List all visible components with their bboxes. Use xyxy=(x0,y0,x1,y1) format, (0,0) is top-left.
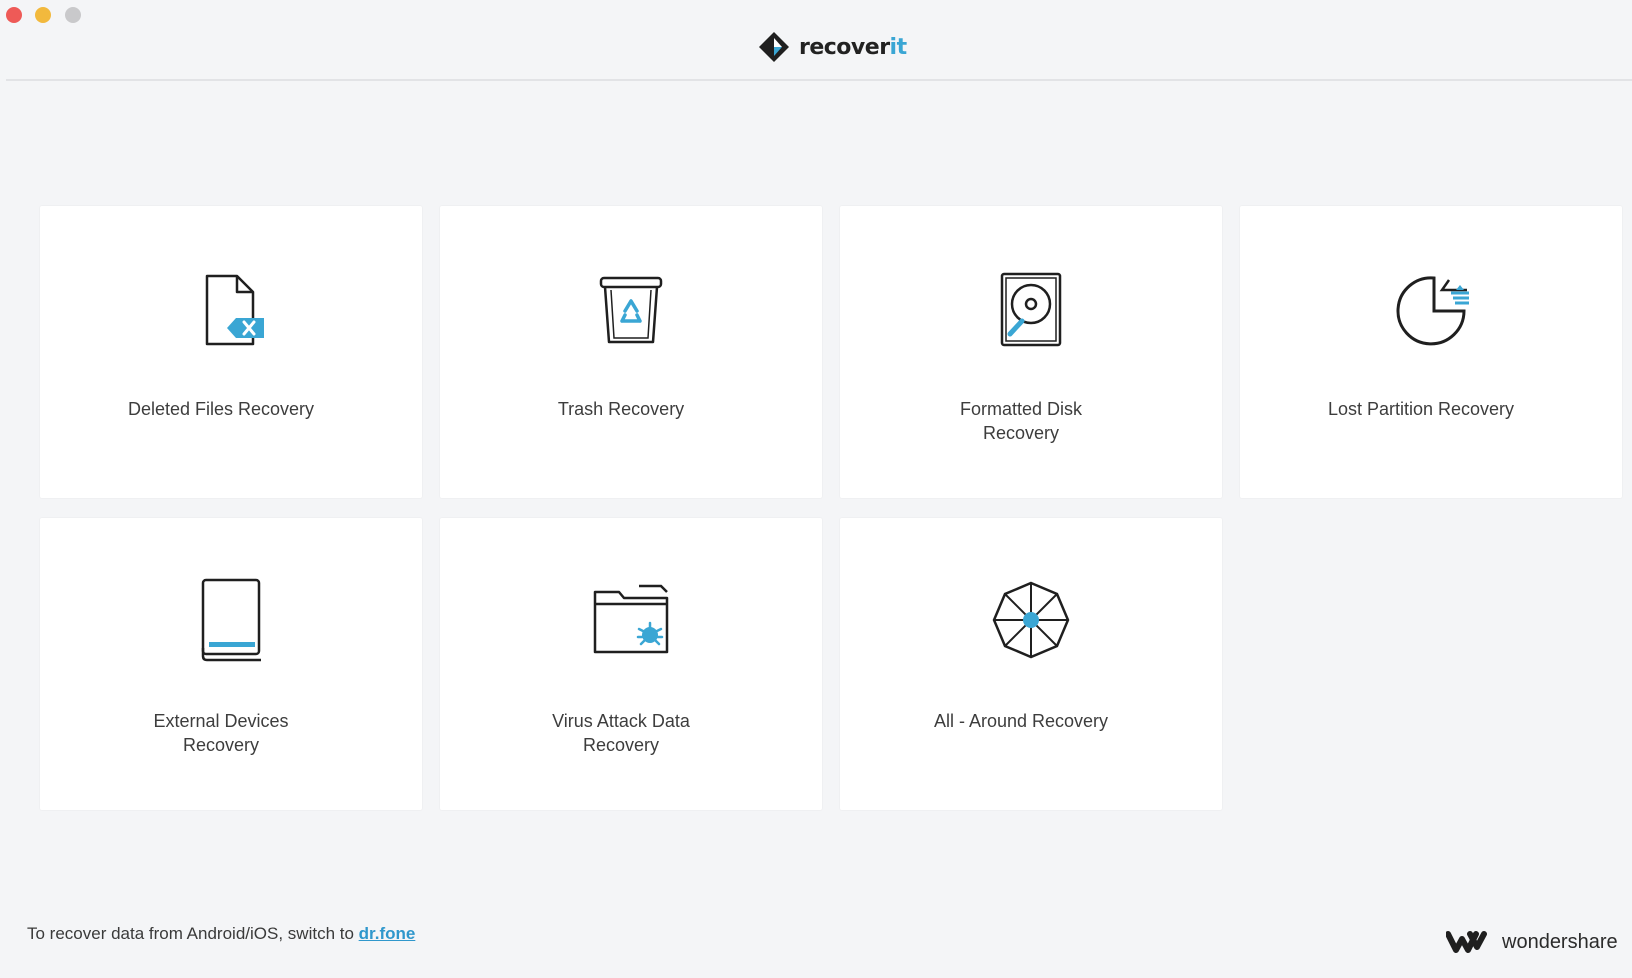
drfone-link[interactable]: dr.fone xyxy=(359,924,416,943)
title-bar: recoverit xyxy=(0,0,1632,80)
window-close-button[interactable] xyxy=(6,7,22,23)
card-deleted-files-recovery[interactable]: Deleted Files Recovery xyxy=(40,206,422,498)
window-minimize-button[interactable] xyxy=(35,7,51,23)
card-label: External Devices Recovery xyxy=(153,711,289,755)
card-lost-partition-recovery[interactable]: Lost Partition Recovery xyxy=(1240,206,1622,498)
trash-bin-icon xyxy=(589,266,673,350)
card-trash-recovery[interactable]: Trash Recovery xyxy=(440,206,822,498)
card-label: Virus Attack Data Recovery xyxy=(552,711,690,755)
recoverit-logo-icon xyxy=(759,32,789,62)
header-divider xyxy=(6,79,1632,81)
card-label: Lost Partition Recovery xyxy=(1327,399,1515,419)
card-formatted-disk-recovery[interactable]: Formatted Disk Recovery xyxy=(840,206,1222,498)
card-all-around-recovery[interactable]: All - Around Recovery xyxy=(840,518,1222,810)
card-label: Formatted Disk Recovery xyxy=(959,399,1083,443)
switch-note: To recover data from Android/iOS, switch… xyxy=(27,924,415,944)
app-brand: recoverit xyxy=(757,30,907,64)
card-label: All - Around Recovery xyxy=(933,711,1109,731)
all-around-compass-icon xyxy=(989,578,1073,662)
card-label: Deleted Files Recovery xyxy=(127,399,315,419)
app-name: recoverit xyxy=(799,34,907,60)
wondershare-branding: wondershare xyxy=(1446,930,1618,954)
virus-folder-icon xyxy=(589,578,673,662)
external-device-icon xyxy=(189,578,273,662)
hard-disk-icon xyxy=(989,266,1073,350)
card-label: Trash Recovery xyxy=(557,399,685,419)
partition-pie-icon xyxy=(1389,266,1473,350)
company-name: wondershare xyxy=(1502,930,1618,953)
wondershare-logo-icon xyxy=(1446,931,1487,953)
card-external-devices-recovery[interactable]: External Devices Recovery xyxy=(40,518,422,810)
deleted-file-icon xyxy=(189,266,273,350)
switch-note-text: To recover data from Android/iOS, switch… xyxy=(27,924,359,943)
window-maximize-button[interactable] xyxy=(65,7,81,23)
card-virus-attack-data-recovery[interactable]: Virus Attack Data Recovery xyxy=(440,518,822,810)
